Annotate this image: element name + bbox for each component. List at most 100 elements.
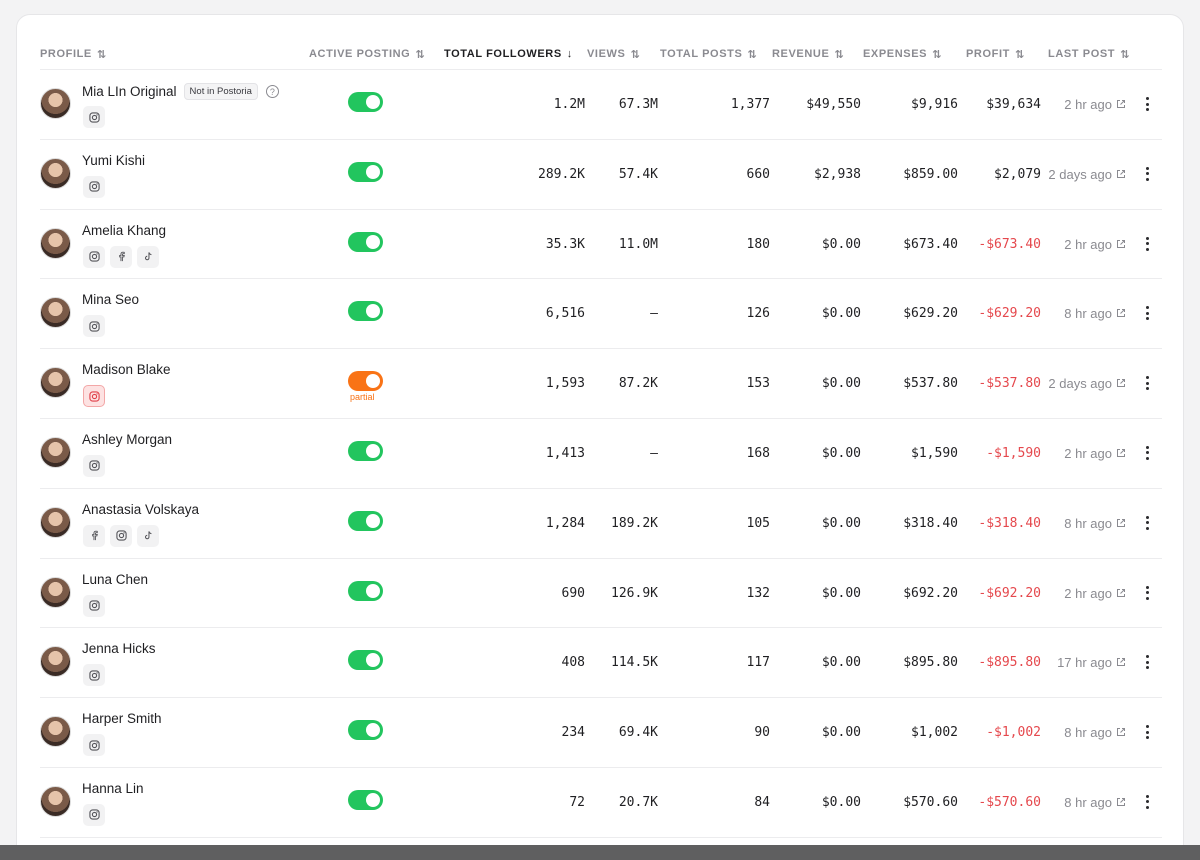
tiktok-icon[interactable] bbox=[137, 524, 159, 547]
table-row[interactable]: Luna Chen 690 126.9K 132 $0.00 $692.20 -$692.2… bbox=[40, 559, 1162, 629]
profile-name[interactable]: Madison Blake bbox=[82, 362, 171, 377]
column-header-last_post[interactable]: LAST POST ⇅ bbox=[1048, 45, 1130, 63]
more-options-icon[interactable] bbox=[1142, 651, 1152, 673]
column-header-label: PROFIT bbox=[966, 48, 1010, 60]
more-options-icon[interactable] bbox=[1142, 721, 1152, 743]
table-row[interactable]: Mia LIn Original Not in Postoria? 1.2M 67.3… bbox=[40, 70, 1162, 140]
revenue-cell: $2,938 bbox=[814, 166, 861, 182]
tiktok-icon[interactable] bbox=[137, 245, 159, 268]
more-options-icon[interactable] bbox=[1142, 233, 1152, 255]
table-row[interactable]: Harper Smith 234 69.4K 90 $0.00 $1,002 -$1,002… bbox=[40, 698, 1162, 768]
last-post-link[interactable]: 17 hr ago bbox=[1057, 655, 1126, 670]
instagram-icon[interactable] bbox=[83, 454, 105, 477]
facebook-icon[interactable] bbox=[83, 524, 105, 547]
instagram-icon[interactable] bbox=[83, 385, 105, 408]
last-post-link[interactable]: 2 hr ago bbox=[1064, 586, 1126, 601]
avatar[interactable] bbox=[40, 297, 71, 329]
profile-name[interactable]: Mina Seo bbox=[82, 292, 139, 307]
profile-name[interactable]: Harper Smith bbox=[82, 711, 162, 726]
active-posting-toggle[interactable] bbox=[348, 440, 383, 461]
table-row[interactable]: Mina Seo 6,516 – 126 $0.00 $629.20 -$629.20 8 h… bbox=[40, 279, 1162, 350]
active-posting-toggle[interactable] bbox=[348, 580, 383, 601]
avatar[interactable] bbox=[40, 367, 71, 399]
more-options-icon[interactable] bbox=[1142, 442, 1152, 464]
active-posting-toggle[interactable] bbox=[348, 510, 383, 531]
more-options-icon[interactable] bbox=[1142, 93, 1152, 115]
column-header-views[interactable]: VIEWS ⇅ bbox=[587, 45, 640, 63]
profile-name[interactable]: Yumi Kishi bbox=[82, 153, 145, 168]
column-header-revenue[interactable]: REVENUE ⇅ bbox=[772, 45, 844, 63]
instagram-icon[interactable] bbox=[110, 524, 132, 547]
profit-cell: -$1,002 bbox=[986, 725, 1041, 741]
last-post-link[interactable]: 2 days ago bbox=[1048, 376, 1126, 391]
table-row[interactable]: Jenna Hicks 408 114.5K 117 $0.00 $895.80 -$895… bbox=[40, 628, 1162, 699]
column-header-active_posting[interactable]: ACTIVE POSTING ⇅ bbox=[309, 45, 425, 63]
more-options-icon[interactable] bbox=[1142, 512, 1152, 534]
table-row[interactable]: Yumi Kishi 289.2K 57.4K 660 $2,938 $859.00 $2,… bbox=[40, 140, 1162, 210]
instagram-icon[interactable] bbox=[83, 245, 105, 268]
more-options-icon[interactable] bbox=[1142, 582, 1152, 604]
instagram-icon[interactable] bbox=[83, 315, 105, 338]
social-platforms bbox=[83, 245, 159, 268]
posts-cell: 180 bbox=[746, 236, 770, 252]
last-post-link[interactable]: 2 hr ago bbox=[1064, 97, 1126, 112]
avatar[interactable] bbox=[40, 785, 71, 817]
active-posting-toggle[interactable] bbox=[348, 301, 383, 322]
avatar[interactable] bbox=[40, 506, 71, 538]
column-header-total_posts[interactable]: TOTAL POSTS ⇅ bbox=[660, 45, 757, 63]
last-post-link[interactable]: 8 hr ago bbox=[1064, 306, 1126, 321]
avatar[interactable] bbox=[40, 436, 71, 468]
avatar[interactable] bbox=[40, 716, 71, 748]
avatar[interactable] bbox=[40, 88, 71, 119]
last-post-link[interactable]: 8 hr ago bbox=[1064, 795, 1126, 810]
profile-name[interactable]: Hanna Lin bbox=[82, 781, 144, 796]
table-row[interactable]: Hanna Lin 72 20.7K 84 $0.00 $570.60 -$570.60 8 … bbox=[40, 768, 1162, 838]
last-post-link[interactable]: 8 hr ago bbox=[1064, 516, 1126, 531]
instagram-icon[interactable] bbox=[83, 175, 105, 198]
active-posting-toggle[interactable] bbox=[348, 161, 383, 182]
column-header-profile[interactable]: PROFILE ⇅ bbox=[40, 45, 107, 63]
more-options-icon[interactable] bbox=[1142, 163, 1152, 185]
posts-cell: 153 bbox=[746, 376, 770, 392]
table-row[interactable]: Ashley Morgan 1,413 – 168 $0.00 $1,590 -$1,590… bbox=[40, 419, 1162, 489]
avatar[interactable] bbox=[40, 227, 71, 259]
column-header-profit[interactable]: PROFIT ⇅ bbox=[966, 45, 1025, 63]
instagram-icon[interactable] bbox=[83, 594, 105, 617]
column-header-total_followers[interactable]: TOTAL FOLLOWERS ↓ bbox=[444, 45, 573, 63]
profit-cell: -$318.40 bbox=[978, 515, 1041, 531]
table-row[interactable]: Madison Blake partial 1,593 87.2K 153 $0.00 $5… bbox=[40, 349, 1162, 419]
instagram-icon[interactable] bbox=[83, 664, 105, 687]
instagram-icon[interactable] bbox=[83, 734, 105, 757]
active-posting-toggle[interactable] bbox=[348, 720, 383, 741]
column-header-expenses[interactable]: EXPENSES ⇅ bbox=[863, 45, 942, 63]
active-posting-toggle[interactable] bbox=[348, 231, 383, 252]
profile-name[interactable]: Mia LIn Original bbox=[82, 84, 177, 99]
profile-name[interactable]: Ashley Morgan bbox=[82, 432, 172, 447]
profit-cell: -$629.20 bbox=[978, 306, 1041, 322]
more-options-icon[interactable] bbox=[1142, 372, 1152, 394]
more-options-icon[interactable] bbox=[1142, 791, 1152, 813]
last-post-link[interactable]: 8 hr ago bbox=[1064, 725, 1126, 740]
avatar[interactable] bbox=[40, 157, 71, 189]
active-posting-toggle[interactable] bbox=[348, 371, 383, 392]
instagram-icon[interactable] bbox=[83, 106, 105, 128]
profile-name[interactable]: Anastasia Volskaya bbox=[82, 502, 199, 517]
active-posting-toggle[interactable] bbox=[348, 650, 383, 671]
last-post-link[interactable]: 2 hr ago bbox=[1064, 446, 1126, 461]
last-post-link[interactable]: 2 hr ago bbox=[1064, 237, 1126, 252]
avatar[interactable] bbox=[40, 576, 71, 608]
more-options-icon[interactable] bbox=[1142, 302, 1152, 324]
active-posting-toggle[interactable] bbox=[348, 92, 383, 112]
profile-name[interactable]: Luna Chen bbox=[82, 572, 148, 587]
profile-name[interactable]: Amelia Khang bbox=[82, 223, 166, 238]
help-icon[interactable]: ? bbox=[265, 85, 279, 98]
avatar[interactable] bbox=[40, 646, 71, 678]
sort-both-icon: ⇅ bbox=[415, 48, 426, 61]
active-posting-toggle[interactable] bbox=[348, 789, 383, 810]
table-row[interactable]: Amelia Khang 35.3K 11.0M 180 $0.00 $673.40 -$6… bbox=[40, 210, 1162, 280]
facebook-icon[interactable] bbox=[110, 245, 132, 268]
profile-name[interactable]: Jenna Hicks bbox=[82, 641, 156, 656]
last-post-link[interactable]: 2 days ago bbox=[1048, 167, 1126, 182]
instagram-icon[interactable] bbox=[83, 803, 105, 826]
table-row[interactable]: Anastasia Volskaya 1,284 189.2K 105 $0.00 $31… bbox=[40, 489, 1162, 559]
